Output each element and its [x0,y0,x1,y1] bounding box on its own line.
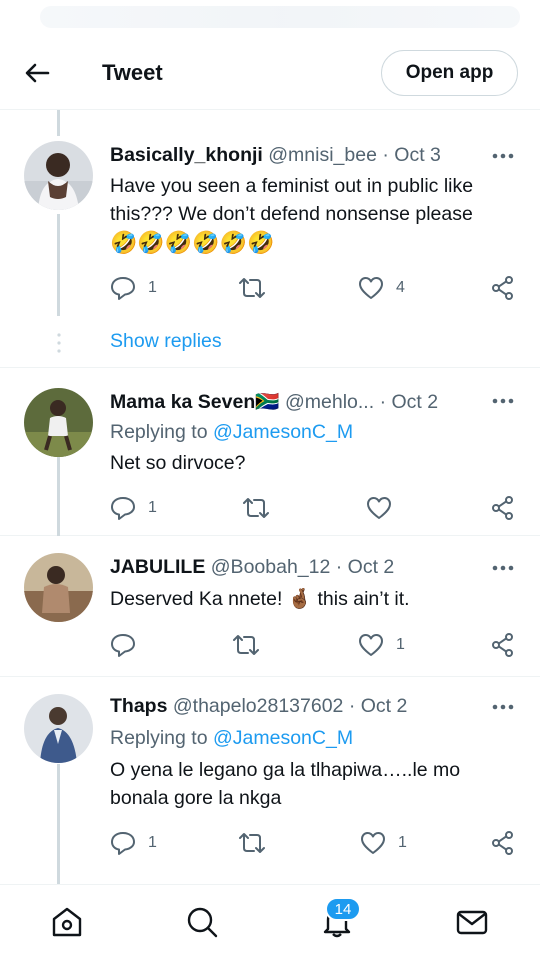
reply-button[interactable] [110,630,148,660]
heart-icon [367,497,391,519]
reply-button[interactable]: 1 [110,493,157,523]
mail-icon [456,910,488,935]
retweet-icon [239,278,265,298]
share-icon [492,633,513,657]
reply-count: 1 [148,279,157,296]
share-button[interactable] [490,828,516,858]
tweet-1[interactable]: Basically_khonji @mnisi_bee · Oct 3 Have… [0,110,540,368]
like-button[interactable] [366,493,404,523]
crossed-fingers-emoji: 🤞🏾 [287,588,313,610]
avatar[interactable] [24,388,93,457]
reply-button[interactable]: 1 [110,828,157,858]
retweet-icon [239,833,265,853]
heart-icon [359,277,383,299]
retweet-icon [233,635,259,655]
share-button[interactable] [490,273,516,303]
tweet-date[interactable]: · Oct 2 [336,556,395,578]
share-button[interactable] [490,630,516,660]
reply-count: 1 [148,834,157,851]
tweet-4[interactable]: Thaps @thapelo28137602 · Oct 2 Replying … [0,678,540,884]
open-app-button[interactable]: Open app [381,50,518,96]
share-icon [492,496,513,520]
avatar[interactable] [24,553,93,622]
more-replies-dots [57,332,61,354]
like-button[interactable]: 1 [358,630,405,660]
reply-icon [111,277,135,300]
like-button[interactable]: 4 [358,273,405,303]
search-icon [187,907,218,938]
user-handle[interactable]: @Boobah_12 [211,556,331,578]
retweet-button[interactable] [238,828,278,858]
user-handle[interactable]: @thapelo28137602 [173,695,344,717]
display-name[interactable]: Thaps [110,695,167,717]
replying-to: Replying to @JamesonC_M [110,727,354,749]
status-bar [0,0,540,36]
tweet-3[interactable]: JABULILE @Boobah_12 · Oct 2 Deserved Ka … [0,537,540,677]
avatar-photo [24,141,93,210]
more-horizontal-icon [492,398,514,404]
display-name[interactable]: JABULILE [110,556,205,578]
bottom-navigation [0,884,540,960]
arrow-left-icon [25,63,50,83]
tweet-date[interactable]: · Oct 3 [382,144,441,166]
replying-to: Replying to @JamesonC_M [110,421,354,443]
notifications-badge: 14 [325,897,361,921]
reply-icon [111,832,135,855]
user-handle[interactable]: @mnisi_bee [268,144,377,166]
share-icon [492,831,513,855]
flag-emoji: 🇿🇦 [255,391,280,413]
replying-to-handle[interactable]: @JamesonC_M [213,727,353,749]
like-button[interactable]: 1 [360,828,407,858]
more-button[interactable] [486,391,520,411]
more-horizontal-icon [492,704,514,710]
retweet-button[interactable] [242,493,282,523]
reply-icon [111,497,135,520]
nav-messages[interactable] [455,905,489,939]
tweet-text: O yena le legano ga la tlhapiwa…..le mo … [110,759,461,809]
avatar-photo [24,553,93,622]
like-count: 1 [396,636,405,653]
avatar-photo [24,388,93,457]
tweet-text: Net so dirvoce? [110,452,246,474]
avatar-photo [24,694,93,763]
avatar[interactable] [24,694,93,763]
tweet-2[interactable]: Mama ka Seven🇿🇦 @mehlo... · Oct 2 Replyi… [0,369,540,536]
heart-icon [359,634,383,656]
nav-search[interactable] [185,905,219,939]
tweet-date[interactable]: · Oct 2 [380,391,439,413]
reply-button[interactable]: 1 [110,273,157,303]
reply-count: 1 [148,499,157,516]
page-title: Tweet [102,60,163,85]
reply-icon [111,634,135,657]
top-bar: Tweet Open app [0,36,540,110]
display-name[interactable]: Mama ka Seven [110,391,255,413]
emoji-row: 🤣🤣🤣🤣🤣🤣 [110,230,275,255]
more-button[interactable] [486,146,520,166]
share-button[interactable] [490,493,516,523]
tweet-text: Have you seen a feminist out in public l… [110,172,520,258]
more-button[interactable] [486,558,520,578]
more-horizontal-icon [492,565,514,571]
share-icon [492,276,513,300]
user-handle[interactable]: @mehlo... [285,391,374,413]
avatar[interactable] [24,141,93,210]
like-count: 1 [398,834,407,851]
replying-to-handle[interactable]: @JamesonC_M [213,421,353,443]
display-name[interactable]: Basically_khonji [110,144,263,166]
retweet-button[interactable] [238,273,278,303]
tweet-text: Deserved Ka nnete! 🤞🏾 this ain’t it. [110,588,410,610]
show-replies-link[interactable]: Show replies [110,330,222,353]
nav-home[interactable] [50,905,84,939]
retweet-button[interactable] [232,630,272,660]
back-button[interactable] [22,58,52,88]
tweet-date[interactable]: · Oct 2 [349,695,408,717]
like-count: 4 [396,279,405,296]
retweet-icon [243,498,269,518]
more-button[interactable] [486,697,520,717]
more-horizontal-icon [492,153,514,159]
home-icon [52,907,82,937]
heart-icon [361,832,385,854]
